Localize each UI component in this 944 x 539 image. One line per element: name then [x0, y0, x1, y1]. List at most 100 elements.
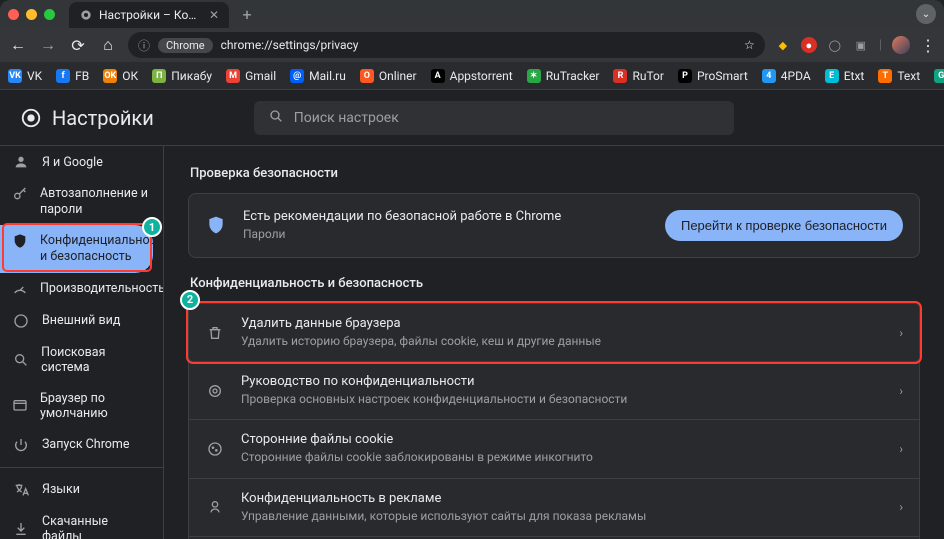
bookmark-favicon-icon: f — [56, 69, 70, 83]
lang-icon — [12, 482, 30, 498]
bookmark-label: 4PDA — [781, 69, 811, 83]
cookie-icon — [205, 441, 225, 457]
bookmark-gmail[interactable]: MGmail — [226, 69, 276, 83]
key-icon — [12, 186, 28, 202]
bookmark-favicon-icon: OK — [103, 69, 117, 83]
bookmark-label: Mail.ru — [309, 69, 346, 83]
bookmark-appstorrent[interactable]: AAppstorrent — [431, 69, 513, 83]
sidebar-item-power[interactable]: Запуск Chrome — [0, 429, 163, 461]
extension-icon-1[interactable]: ◆ — [775, 37, 791, 53]
sidebar-item-speed[interactable]: Производительность — [0, 273, 163, 305]
annotation-badge-2: 2 — [180, 290, 200, 310]
power-icon — [12, 437, 30, 453]
privacy-row-guide[interactable]: Руководство по конфиденциальностиПроверк… — [188, 361, 920, 420]
download-icon — [12, 521, 30, 537]
minimize-window-button[interactable] — [26, 9, 37, 20]
row-subtitle: Проверка основных настроек конфиденциаль… — [241, 391, 883, 407]
bookmark-star-icon[interactable]: ☆ — [744, 38, 755, 52]
bookmark-text[interactable]: TText — [878, 69, 920, 83]
browser-menu-button[interactable]: ⋮ — [920, 36, 936, 55]
maximize-window-button[interactable] — [44, 9, 55, 20]
chrome-chip: Chrome — [158, 38, 213, 53]
sidebar-item-label: Я и Google — [42, 155, 103, 170]
chevron-right-icon: › — [899, 500, 903, 514]
bookmark-пикабу[interactable]: ППикабу — [152, 69, 212, 83]
bookmark-vk[interactable]: VKVK — [8, 69, 42, 83]
sidebar-item-download[interactable]: Скачанные файлы — [0, 506, 163, 539]
sidebar-item-shield[interactable]: Конфиденциальность и безопасность — [0, 225, 153, 272]
settings-content: Проверка безопасности Есть рекомендации … — [164, 146, 944, 539]
close-window-button[interactable] — [8, 9, 19, 20]
ads-icon — [205, 499, 225, 515]
extension-icon-2[interactable]: ● — [801, 37, 817, 53]
person-icon — [12, 154, 30, 170]
bookmark-favicon-icon: A — [431, 69, 445, 83]
sidebar-item-label: Поисковая система — [41, 345, 151, 375]
extension-icon-4[interactable]: ▣ — [853, 37, 869, 53]
address-bar[interactable]: ⓘ Chrome chrome://settings/privacy ☆ — [128, 32, 765, 58]
privacy-row-ads[interactable]: Конфиденциальность в рекламеУправление д… — [188, 478, 920, 537]
extension-icon-3[interactable]: ◯ — [827, 37, 843, 53]
tab-overflow-button[interactable]: ⌄ — [916, 4, 936, 24]
sidebar-item-browser[interactable]: Браузер по умолчанию — [0, 383, 163, 429]
sidebar-item-label: Языки — [42, 482, 80, 497]
profile-avatar[interactable] — [892, 36, 910, 54]
chevron-right-icon: › — [899, 384, 903, 398]
search-icon — [12, 352, 29, 368]
bookmark-label: ProSmart — [697, 69, 748, 83]
go-to-safety-check-button[interactable]: Перейти к проверке безопасности — [665, 210, 903, 241]
bookmark-favicon-icon: O — [360, 69, 374, 83]
sidebar-item-label: Внешний вид — [42, 313, 120, 328]
safety-check-heading: Проверка безопасности — [190, 166, 920, 181]
bookmark-etxt[interactable]: EEtxt — [825, 69, 865, 83]
bookmark-4pda[interactable]: 44PDA — [762, 69, 811, 83]
bookmark-favicon-icon: R — [613, 69, 627, 83]
bookmark-gpt[interactable]: GGPT — [934, 69, 944, 83]
privacy-rows: Удалить данные браузераУдалить историю б… — [188, 303, 920, 539]
sidebar-item-label: Браузер по умолчанию — [40, 391, 151, 421]
row-subtitle: Удалить историю браузера, файлы cookie, … — [241, 333, 883, 349]
palette-icon — [12, 313, 30, 329]
sidebar-item-lang[interactable]: Языки — [0, 474, 163, 506]
safety-check-card: Есть рекомендации по безопасной работе в… — [188, 193, 920, 258]
row-subtitle: Сторонние файлы cookie заблокированы в р… — [241, 449, 883, 465]
bookmark-fb[interactable]: f FB — [56, 69, 89, 83]
settings-header: Настройки Поиск настроек — [0, 90, 944, 146]
bookmark-mail.ru[interactable]: @ Mail.ru — [290, 69, 346, 83]
back-button[interactable]: ← — [8, 35, 28, 55]
new-tab-button[interactable]: + — [235, 5, 259, 24]
settings-search-input[interactable]: Поиск настроек — [254, 101, 734, 135]
bookmark-favicon-icon: ✶ — [527, 69, 541, 83]
privacy-row-cookie[interactable]: Сторонние файлы cookieСторонние файлы co… — [188, 419, 920, 478]
bookmark-favicon-icon: П — [152, 69, 166, 83]
forward-button[interactable]: → — [38, 35, 58, 55]
shield-icon — [12, 233, 28, 249]
bookmark-favicon-icon: @ — [290, 69, 304, 83]
bookmark-label: Onliner — [379, 69, 417, 83]
settings-logo: Настройки — [20, 106, 154, 130]
sidebar-item-label: Автозаполнение и пароли — [40, 186, 151, 217]
sidebar-item-label: Производительность — [40, 281, 164, 296]
sidebar-item-key[interactable]: Автозаполнение и пароли — [0, 178, 163, 225]
bookmark-favicon-icon: P — [678, 69, 692, 83]
chevron-right-icon: › — [899, 442, 903, 456]
bookmark-label: FB — [75, 69, 89, 83]
browser-tab[interactable]: Настройки – Конфиденциал ✕ — [69, 2, 229, 28]
sidebar-item-person[interactable]: Я и Google — [0, 146, 163, 178]
close-tab-icon[interactable]: ✕ — [209, 8, 219, 22]
privacy-row-trash[interactable]: Удалить данные браузераУдалить историю б… — [188, 303, 920, 362]
reload-button[interactable]: ⟳ — [68, 36, 88, 55]
bookmark-onliner[interactable]: O Onliner — [360, 69, 417, 83]
url-text: chrome://settings/privacy — [221, 38, 359, 52]
sidebar-item-search[interactable]: Поисковая система — [0, 337, 163, 383]
sidebar-item-palette[interactable]: Внешний вид — [0, 305, 163, 337]
bookmark-prosmart[interactable]: P ProSmart — [678, 69, 748, 83]
bookmark-ок[interactable]: OKОК — [103, 69, 138, 83]
bookmark-favicon-icon: T — [878, 69, 892, 83]
bookmark-rutracker[interactable]: ✶RuTracker — [527, 69, 600, 83]
browser-toolbar: ← → ⟳ ⌂ ⓘ Chrome chrome://settings/priva… — [0, 28, 944, 62]
guide-icon — [205, 383, 225, 399]
home-button[interactable]: ⌂ — [98, 35, 118, 55]
bookmark-rutor[interactable]: RRuTor — [613, 69, 664, 83]
site-info-icon[interactable]: ⓘ — [138, 37, 150, 54]
